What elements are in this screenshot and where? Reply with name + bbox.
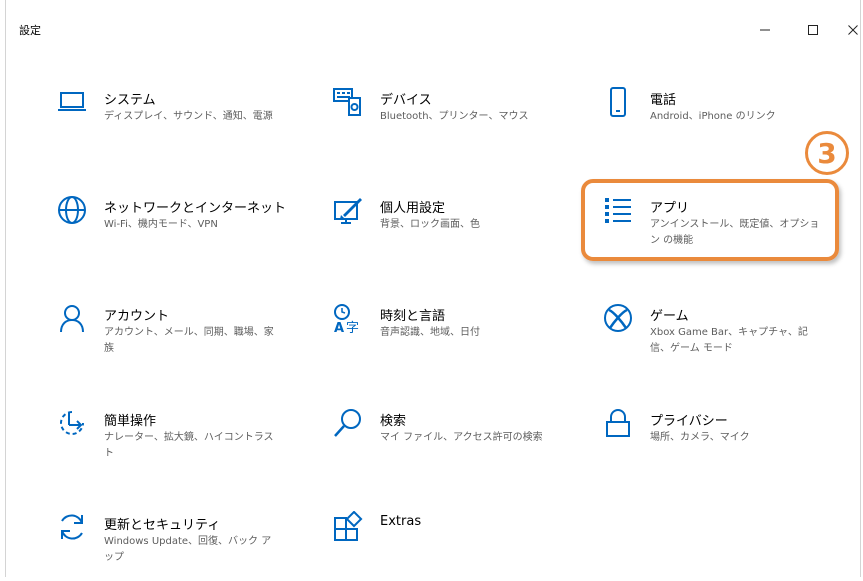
lock-icon <box>602 407 634 439</box>
tile-label: プライバシー <box>650 414 728 429</box>
time-language-icon: A字 <box>332 302 364 334</box>
close-icon <box>848 25 858 35</box>
title-bar: 設定 <box>6 0 860 58</box>
tile-accounts[interactable]: アカウント アカウント、メール、同期、職場、家 族 <box>56 302 296 372</box>
tile-update-security[interactable]: 更新とセキュリティ Windows Update、回復、バック アップ <box>56 511 296 581</box>
phone-icon <box>602 86 634 118</box>
tile-description: Windows Update、回復、バック アップ <box>104 536 272 563</box>
tile-extras[interactable]: Extras <box>332 511 572 581</box>
tile-personalization[interactable]: 個人用設定 背景、ロック画面、色 <box>332 194 572 264</box>
tile-description: マイ ファイル、アクセス許可の検索 <box>380 432 543 443</box>
tile-ease-of-access[interactable]: 簡単操作 ナレーター、拡大鏡、ハイコントラスト <box>56 407 296 477</box>
tile-label: アカウント <box>104 309 170 324</box>
tile-time-language[interactable]: A字 時刻と言語 音声認識、地域、日付 <box>332 302 572 372</box>
svg-text:字: 字 <box>346 321 359 334</box>
extras-icon <box>332 511 364 543</box>
paint-icon <box>332 194 364 226</box>
tile-label: システム <box>104 93 156 108</box>
tile-label: 検索 <box>380 414 407 429</box>
maximize-button[interactable] <box>801 18 825 42</box>
tile-label: 電話 <box>650 93 677 108</box>
tile-description: ディスプレイ、サウンド、通知、電源 <box>104 111 273 122</box>
tile-label: デバイス <box>380 93 432 108</box>
tile-system[interactable]: システム ディスプレイ、サウンド、通知、電源 <box>56 86 296 156</box>
tile-network[interactable]: ネットワークとインターネット Wi-Fi、機内モード、VPN <box>56 194 296 264</box>
minimize-icon <box>760 29 770 31</box>
tile-description: Bluetooth、プリンター、マウス <box>380 111 529 122</box>
ease-of-access-icon <box>56 407 88 439</box>
maximize-icon <box>808 25 818 35</box>
tile-label: ゲーム <box>650 309 689 324</box>
tile-label: ネットワークとインターネット <box>104 201 287 216</box>
tile-label: Extras <box>380 514 422 529</box>
tile-label: 更新とセキュリティ <box>104 518 221 533</box>
keyboard-device-icon <box>332 86 364 118</box>
tile-description: Wi-Fi、機内モード、VPN <box>104 219 218 230</box>
tile-description: 音声認識、地域、日付 <box>380 327 480 338</box>
globe-icon <box>56 194 88 226</box>
tile-description: 場所、カメラ、マイク <box>650 432 750 443</box>
svg-text:A: A <box>334 321 344 334</box>
tile-description: Xbox Game Bar、キャプチャ、記 信、ゲーム モード <box>650 327 808 354</box>
close-button[interactable] <box>841 18 863 42</box>
tile-description: Android、iPhone のリンク <box>650 111 776 122</box>
tile-description: ナレーター、拡大鏡、ハイコントラスト <box>104 432 274 459</box>
tile-privacy[interactable]: プライバシー 場所、カメラ、マイク <box>602 407 842 477</box>
tile-description: アカウント、メール、同期、職場、家 族 <box>104 327 274 354</box>
tile-search[interactable]: 検索 マイ ファイル、アクセス許可の検索 <box>332 407 572 477</box>
apps-highlight-box <box>581 179 839 261</box>
xbox-icon <box>602 302 634 334</box>
sync-icon <box>56 511 88 543</box>
tile-label: 時刻と言語 <box>380 309 446 324</box>
minimize-button[interactable] <box>753 18 777 42</box>
tile-gaming[interactable]: ゲーム Xbox Game Bar、キャプチャ、記 信、ゲーム モード <box>602 302 842 372</box>
laptop-icon <box>56 86 88 118</box>
person-icon <box>56 302 88 334</box>
tile-label: 個人用設定 <box>380 201 446 216</box>
tile-label: 簡単操作 <box>104 414 157 429</box>
search-icon <box>332 407 364 439</box>
tile-description: 背景、ロック画面、色 <box>380 219 480 230</box>
tile-devices[interactable]: デバイス Bluetooth、プリンター、マウス <box>332 86 572 156</box>
window-title: 設定 <box>19 24 41 37</box>
step-number-badge: 3 <box>805 131 849 175</box>
